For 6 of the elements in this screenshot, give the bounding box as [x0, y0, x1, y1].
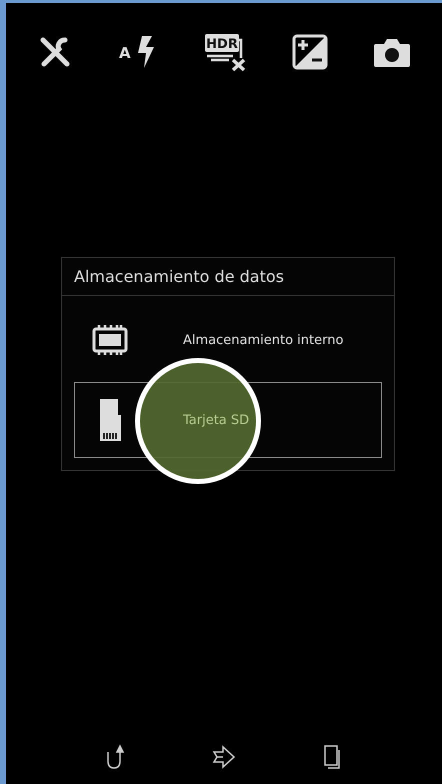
arrow-icon[interactable] [211, 744, 237, 770]
storage-option[interactable]: Almacenamiento interno [74, 302, 382, 378]
camera-icon[interactable] [373, 36, 412, 68]
dialog-title: Almacenamiento de datos [62, 258, 394, 296]
memory-chip-icon [91, 324, 129, 356]
exposure-icon[interactable] [292, 34, 328, 70]
